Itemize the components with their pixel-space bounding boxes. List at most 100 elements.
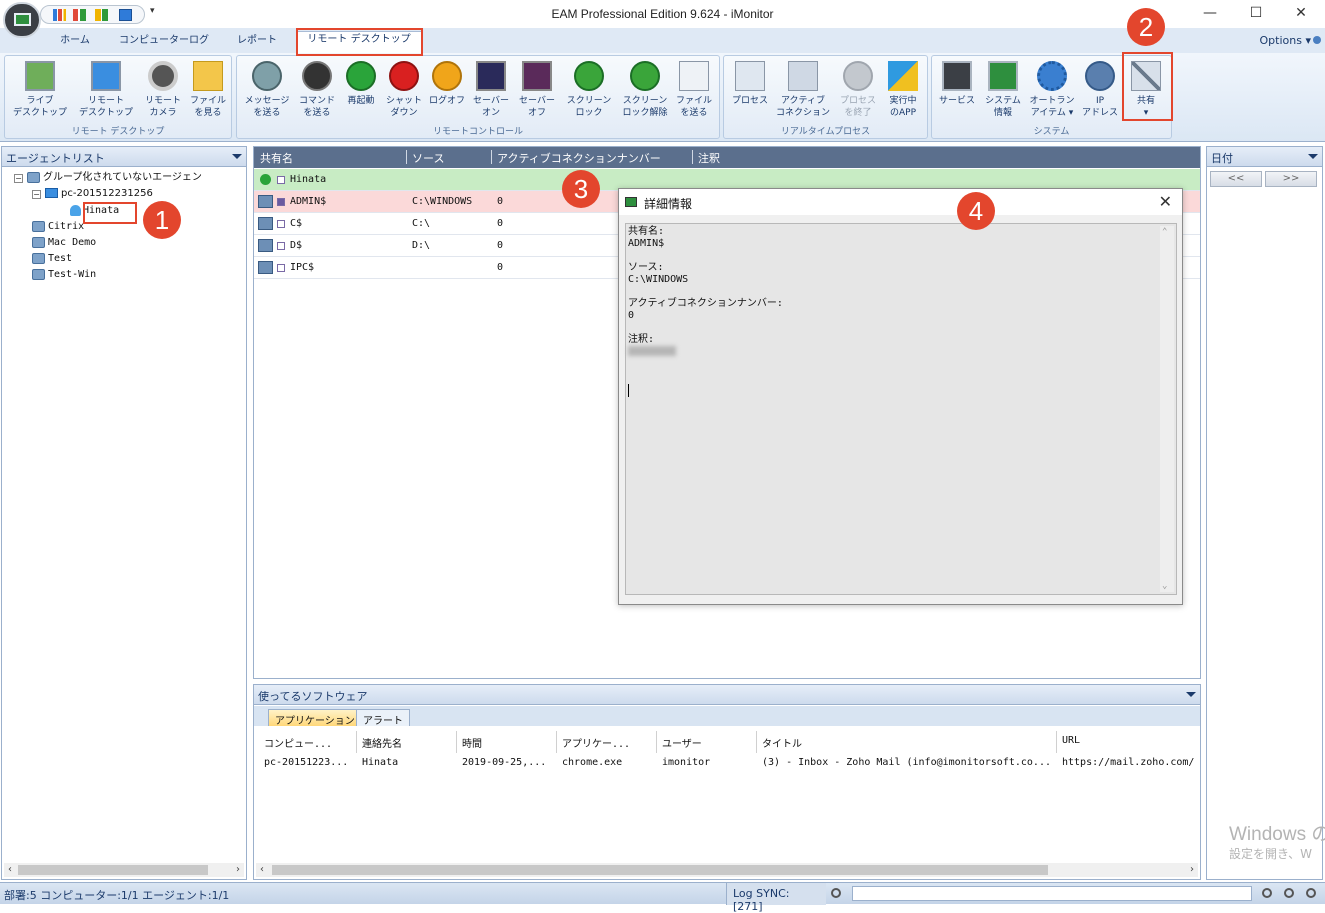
screen-unlock-button[interactable]: スクリーン ロック解除 [617, 59, 673, 123]
column-computer[interactable]: コンピュー... [264, 735, 332, 750]
column-time[interactable]: 時間 [462, 735, 482, 750]
running-app-button[interactable]: 実行中 のAPP [880, 59, 926, 123]
search-icon[interactable] [831, 888, 841, 898]
group-label-system: システム [1033, 127, 1070, 137]
scroll-down-icon[interactable]: ⌄ [1162, 580, 1167, 592]
live-desktop-button[interactable]: ライブ デスクトップ [7, 59, 73, 123]
scroll-right-icon[interactable]: › [1186, 863, 1198, 877]
detail-dialog-titlebar[interactable]: 詳細情報 ✕ [619, 189, 1182, 215]
help-icon[interactable] [1313, 36, 1321, 44]
process-button[interactable]: プロセス [726, 59, 774, 123]
remote-camera-button[interactable]: リモート カメラ [139, 59, 187, 123]
search-input[interactable] [852, 886, 1252, 901]
service-button[interactable]: サービス [934, 59, 980, 123]
tab-applications[interactable]: アプリケーション [268, 709, 362, 727]
screen-lock-button[interactable]: スクリーン ロック [561, 59, 617, 123]
tab-alerts[interactable]: アラート [356, 709, 410, 727]
column-divider[interactable] [491, 150, 492, 164]
column-note[interactable]: 注釈 [698, 150, 720, 166]
detail-text[interactable]: 共有名: ADMIN$ ソース: C:\WINDOWS アクティブコネクションナ… [625, 223, 1177, 595]
row-checkbox[interactable] [277, 176, 285, 184]
column-connections[interactable]: アクティブコネクションナンバー [497, 150, 661, 166]
column-divider[interactable] [1056, 731, 1057, 753]
tree-node-test[interactable]: Test [32, 252, 72, 266]
tree-label: Citrix [48, 221, 85, 232]
software-panel-header[interactable]: 使ってるソフトウェア [254, 685, 1200, 705]
expand-circle-icon[interactable] [260, 174, 271, 185]
tab-report[interactable]: レポート [228, 33, 286, 53]
vertical-scrollbar[interactable]: ⌃ ⌄ [1160, 226, 1174, 592]
scroll-left-icon[interactable]: ‹ [4, 863, 16, 877]
close-button[interactable]: ✕ [1281, 3, 1321, 25]
end-process-icon [843, 61, 873, 91]
scrollbar-thumb[interactable] [272, 865, 1048, 875]
monitor-off-button[interactable]: セーバー オフ [515, 59, 559, 123]
system-info-button[interactable]: システム 情報 [980, 59, 1026, 123]
chevron-down-icon[interactable] [1308, 154, 1318, 159]
send-command-button[interactable]: コマンド を送る [293, 59, 341, 123]
tree-node-ungrouped[interactable]: − グループ化されていないエージェン [14, 171, 202, 185]
column-source[interactable]: ソース [412, 150, 444, 166]
active-connection-button[interactable]: アクティブ コネクション [774, 59, 832, 123]
tab-computer-log[interactable]: コンピューターログ [110, 33, 218, 53]
restart-button[interactable]: 再起動 [339, 59, 383, 123]
zoom-reset-icon[interactable] [1306, 888, 1316, 898]
column-application[interactable]: アプリケー... [562, 735, 630, 750]
column-divider[interactable] [356, 731, 357, 753]
row-checkbox[interactable] [277, 220, 285, 228]
row-checkbox[interactable] [277, 198, 285, 206]
view-files-button[interactable]: ファイル を見る [185, 59, 231, 123]
row-checkbox[interactable] [277, 242, 285, 250]
tree-node-citrix[interactable]: Citrix [32, 220, 84, 234]
zoom-out-icon[interactable] [1284, 888, 1294, 898]
prev-date-button[interactable]: << [1210, 171, 1262, 187]
end-process-button[interactable]: プロセス を終了 [834, 59, 882, 123]
scrollbar-thumb[interactable] [18, 865, 208, 875]
column-contact-name[interactable]: 連絡先名 [362, 735, 402, 750]
date-panel-header[interactable]: 日付 [1207, 147, 1322, 167]
column-url[interactable]: URL [1062, 735, 1080, 746]
scroll-right-icon[interactable]: › [232, 863, 244, 877]
logoff-button[interactable]: ログオフ [425, 59, 469, 123]
column-divider[interactable] [406, 150, 407, 164]
app-logo-icon[interactable] [3, 2, 41, 38]
tree-node-mac-demo[interactable]: Mac Demo [32, 236, 96, 250]
column-divider[interactable] [456, 731, 457, 753]
remote-desktop-button[interactable]: リモート デスクトップ [73, 59, 139, 123]
minimize-button[interactable]: — [1190, 3, 1230, 25]
column-title[interactable]: タイトル [762, 735, 802, 750]
tree-node-test-win[interactable]: Test-Win [32, 268, 96, 282]
maximize-button[interactable]: ☐ [1236, 3, 1276, 25]
horizontal-scrollbar[interactable]: ‹ › [256, 863, 1198, 877]
chevron-down-icon[interactable] [232, 154, 242, 159]
horizontal-scrollbar[interactable]: ‹ › [4, 863, 244, 877]
tab-home[interactable]: ホーム [52, 33, 98, 53]
shutdown-button[interactable]: シャット ダウン [381, 59, 427, 123]
tree-label: Test-Win [48, 269, 97, 280]
collapse-icon[interactable]: − [14, 174, 23, 183]
autorun-button[interactable]: オートラン アイテム ▾ [1026, 59, 1078, 123]
close-icon[interactable]: ✕ [1159, 192, 1172, 211]
next-date-button[interactable]: >> [1265, 171, 1317, 187]
send-message-button[interactable]: メッセージ を送る [241, 59, 293, 123]
column-divider[interactable] [656, 731, 657, 753]
column-divider[interactable] [756, 731, 757, 753]
agent-list-header[interactable]: エージェントリスト [2, 147, 246, 167]
row-checkbox[interactable] [277, 264, 285, 272]
column-share-name[interactable]: 共有名 [260, 150, 293, 166]
monitor-on-button[interactable]: セーバー オン [469, 59, 513, 123]
column-divider[interactable] [556, 731, 557, 753]
scroll-left-icon[interactable]: ‹ [256, 863, 268, 877]
group-remote-control: メッセージ を送る コマンド を送る 再起動 シャット ダウン ログオフ セーバー オン… [236, 55, 720, 139]
scroll-up-icon[interactable]: ⌃ [1162, 226, 1167, 238]
options-menu[interactable]: Options ▾ [1260, 34, 1311, 47]
column-divider[interactable] [692, 150, 693, 164]
ip-address-button[interactable]: IP アドレス [1078, 59, 1122, 123]
zoom-in-icon[interactable] [1262, 888, 1272, 898]
activation-watermark-sub: 設定を開き、W [1229, 847, 1313, 861]
chevron-down-icon[interactable] [1186, 692, 1196, 697]
column-user[interactable]: ユーザー [662, 735, 702, 750]
collapse-icon[interactable]: − [32, 190, 41, 199]
tree-node-pc[interactable]: − pc-201512231256 [32, 187, 153, 201]
send-file-button[interactable]: ファイル を送る [671, 59, 717, 123]
